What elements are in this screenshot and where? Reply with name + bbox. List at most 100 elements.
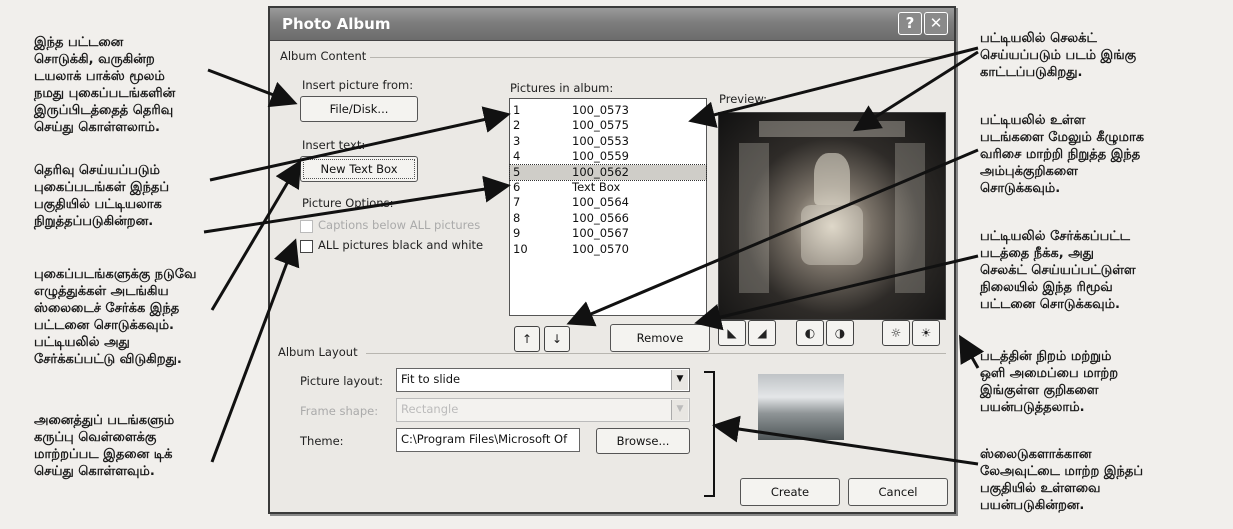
- picture-layout-value: Fit to slide: [401, 372, 461, 386]
- picture-layout-select[interactable]: Fit to slide ▼: [396, 368, 690, 392]
- album-content-group-label: Album Content: [280, 49, 367, 63]
- picture-options-label: Picture Options:: [302, 196, 394, 210]
- list-item[interactable]: 10 100_0570: [510, 242, 706, 257]
- rotate-right-icon: ◢: [757, 326, 767, 340]
- new-text-box-button-label: New Text Box: [320, 162, 398, 176]
- frame-shape-select[interactable]: Rectangle ▼: [396, 398, 690, 422]
- help-icon: ?: [905, 14, 915, 32]
- preview-pillar-right: [895, 143, 925, 293]
- list-item-name: 100_0566: [572, 210, 629, 225]
- list-item-name: 100_0564: [572, 195, 629, 210]
- album-content-divider: [370, 57, 946, 58]
- list-item-number: 10: [513, 241, 528, 256]
- remove-button[interactable]: Remove: [610, 324, 710, 352]
- close-button[interactable]: ✕: [924, 12, 948, 35]
- annotation-album-layout: ஸ்லைடுகளாக்கான லேஅவுட்டை மாற்ற இந்தப் பக…: [980, 447, 1144, 513]
- photo-album-dialog: Photo Album ? ✕ Album Content Insert pic…: [268, 6, 956, 514]
- more-contrast-button[interactable]: ◐: [796, 320, 824, 346]
- black-white-checkbox[interactable]: [300, 240, 313, 253]
- list-item-number: 8: [513, 210, 521, 225]
- list-item[interactable]: 4 100_0559: [510, 149, 706, 164]
- title-bar[interactable]: Photo Album ? ✕: [270, 8, 954, 41]
- list-item-number: 5: [513, 164, 521, 179]
- move-up-button[interactable]: ↑: [514, 326, 540, 352]
- dialog-title: Photo Album: [282, 15, 391, 33]
- preview-image: [718, 112, 946, 320]
- arrow-up-icon: ↑: [521, 332, 533, 346]
- list-item-name: 100_0562: [572, 164, 629, 179]
- more-brightness-icon: ☼: [890, 326, 902, 340]
- captions-option-label: Captions below ALL pictures: [318, 218, 481, 232]
- layout-thumbnail: [758, 374, 844, 440]
- list-item[interactable]: 3 100_0553: [510, 134, 706, 149]
- preview-figure: [814, 153, 850, 205]
- preview-label: Preview:: [719, 92, 768, 106]
- list-item[interactable]: 1 100_0573: [510, 103, 706, 118]
- list-item[interactable]: 5 100_0562: [509, 163, 707, 181]
- pictures-in-album-label: Pictures in album:: [510, 81, 614, 95]
- annotation-image-tools: படத்தின் நிறம் மற்றும் ஒளி அமைப்பை மாற்ற…: [980, 349, 1119, 415]
- list-item-number: 7: [513, 195, 521, 210]
- pictures-listbox[interactable]: 1 100_0573 2 100_0575 3 100_0553 4 100_0559 5 100…: [509, 98, 707, 316]
- arrow-down-icon: ↓: [551, 332, 563, 346]
- annotation-picture-list: தெரிவு செய்யப்படும் புகைப்படங்கள் இந்தப்…: [34, 163, 170, 229]
- close-icon: ✕: [929, 14, 943, 32]
- preview-canopy: [759, 121, 905, 137]
- rotate-left-icon: ◣: [727, 326, 737, 340]
- new-text-box-button[interactable]: New Text Box: [300, 156, 418, 182]
- create-button-label: Create: [770, 485, 810, 499]
- theme-value: C:\Program Files\Microsoft Of: [401, 432, 568, 446]
- remove-button-label: Remove: [636, 331, 684, 345]
- frame-shape-label: Frame shape:: [300, 404, 379, 418]
- rotate-right-button[interactable]: ◢: [748, 320, 776, 346]
- more-brightness-button[interactable]: ☼: [882, 320, 910, 346]
- annotation-new-text-box: புகைப்படங்களுக்கு நடுவே எழுத்துக்கள் அடங…: [34, 267, 197, 367]
- album-layout-group-label: Album Layout: [278, 345, 358, 359]
- theme-label: Theme:: [300, 434, 344, 448]
- less-brightness-icon: ☀: [920, 326, 932, 340]
- chevron-down-icon: ▼: [671, 370, 688, 390]
- create-button[interactable]: Create: [740, 478, 840, 506]
- captions-checkbox[interactable]: [300, 220, 313, 233]
- more-contrast-icon: ◐: [804, 326, 816, 340]
- file-disk-button[interactable]: File/Disk...: [300, 96, 418, 122]
- preview-pillar-left: [739, 143, 769, 293]
- list-item-number: 2: [513, 118, 521, 133]
- arrow-image-tools: [959, 334, 985, 369]
- insert-picture-label: Insert picture from:: [302, 78, 414, 92]
- frame-shape-value: Rectangle: [401, 402, 459, 416]
- move-down-button[interactable]: ↓: [544, 326, 570, 352]
- picture-layout-label: Picture layout:: [300, 374, 383, 388]
- list-item-name: Text Box: [572, 180, 621, 194]
- help-button[interactable]: ?: [898, 12, 922, 35]
- annotation-preview: பட்டியலில் செலக்ட் செய்யப்படும் படம் இங்…: [980, 31, 1137, 80]
- list-item[interactable]: 7 100_0564: [510, 195, 706, 210]
- browse-button-label: Browse...: [616, 434, 670, 448]
- annotation-black-white: அனைத்துப் படங்களும் கருப்பு வெள்ளைக்கு ம…: [34, 413, 175, 479]
- insert-text-label: Insert text:: [302, 138, 366, 152]
- browse-button[interactable]: Browse...: [596, 428, 690, 454]
- list-item-number: 9: [513, 226, 521, 241]
- list-item-name: 100_0559: [572, 149, 629, 164]
- preview-altar: [801, 205, 863, 265]
- cancel-button[interactable]: Cancel: [848, 478, 948, 506]
- list-item[interactable]: 9 100_0567: [510, 226, 706, 241]
- list-item-number: 3: [513, 133, 521, 148]
- theme-field[interactable]: C:\Program Files\Microsoft Of: [396, 428, 580, 452]
- list-item-name: 100_0567: [572, 226, 629, 241]
- chevron-down-icon: ▼: [671, 400, 688, 420]
- rotate-left-button[interactable]: ◣: [718, 320, 746, 346]
- less-contrast-button[interactable]: ◑: [826, 320, 854, 346]
- list-item-number: 6: [513, 180, 521, 194]
- list-item[interactable]: 6 Text Box: [510, 180, 706, 195]
- list-item-name: 100_0553: [572, 133, 629, 148]
- list-item-name: 100_0573: [572, 103, 629, 117]
- list-item-name: 100_0575: [572, 118, 629, 133]
- cancel-button-label: Cancel: [878, 485, 918, 499]
- annotation-remove: பட்டியலில் சேர்க்கப்பட்ட படத்தை நீக்க, அ…: [980, 229, 1136, 312]
- list-item[interactable]: 8 100_0566: [510, 211, 706, 226]
- less-brightness-button[interactable]: ☀: [912, 320, 940, 346]
- list-item-number: 1: [513, 103, 521, 117]
- list-item[interactable]: 2 100_0575: [510, 118, 706, 133]
- black-white-option-label: ALL pictures black and white: [318, 238, 484, 252]
